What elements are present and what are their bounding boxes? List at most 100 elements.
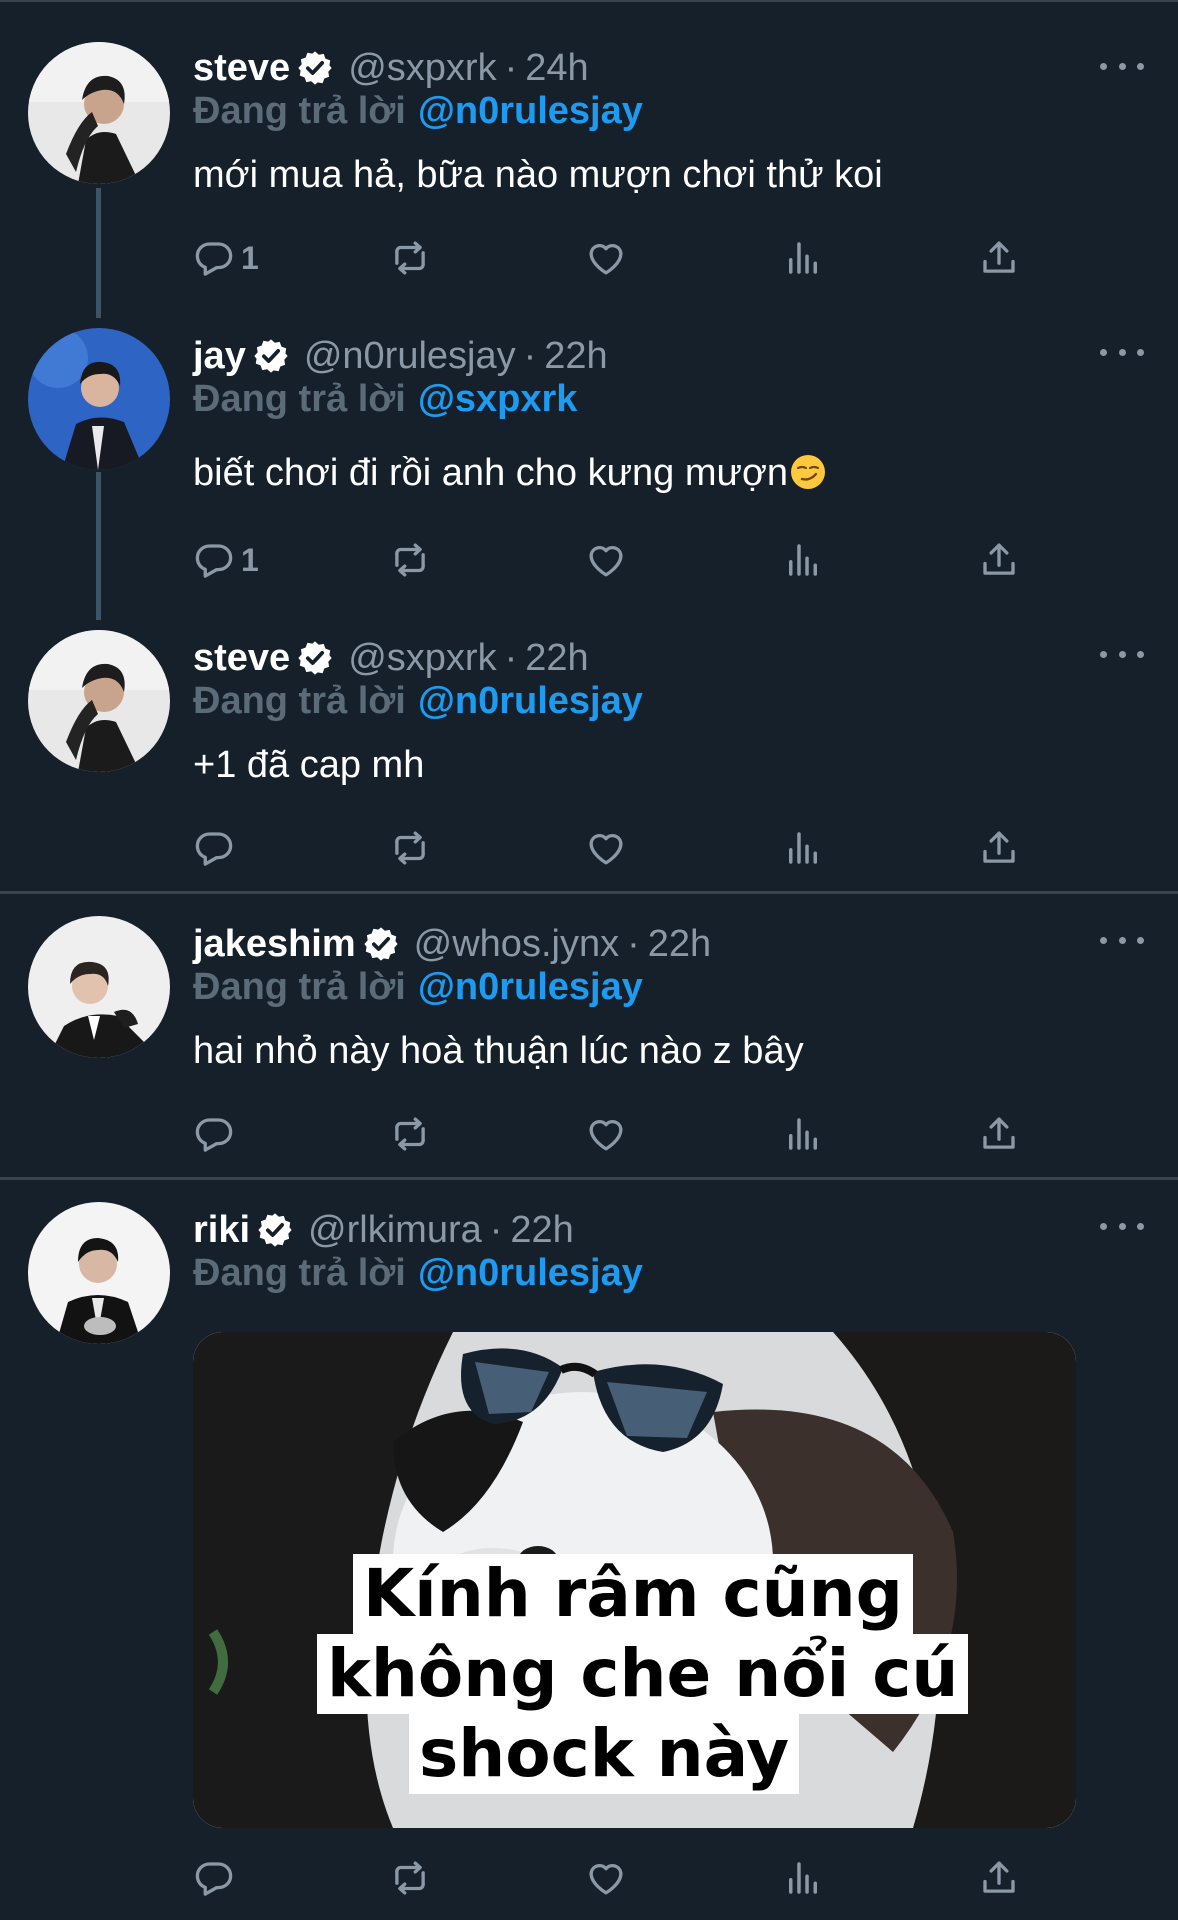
reply-target-link[interactable]: @sxpxrk [418,378,578,420]
reply-icon [193,827,235,869]
reply-target-link[interactable]: @n0rulesjay [418,90,643,132]
timestamp[interactable]: 22h [648,923,711,966]
replying-to: Đang trả lời @n0rulesjay [193,966,643,1009]
reply-icon [193,539,235,581]
user-handle[interactable]: @whos.jynx [414,923,619,966]
like-button[interactable] [585,234,627,282]
views-button[interactable] [782,536,824,584]
views-button[interactable] [782,234,824,282]
retweet-button[interactable] [389,824,431,872]
display-name[interactable]: steve [193,47,290,90]
views-icon [782,539,824,581]
like-button[interactable] [585,536,627,584]
separator-dot: · [504,636,518,679]
tweet-text: biết chơi đi rồi anh cho kưng mượn [193,452,826,495]
like-button[interactable] [585,1854,627,1902]
action-bar [193,1110,1033,1158]
thread-connector [96,472,101,620]
reply-button[interactable] [193,1110,235,1158]
avatar-jay[interactable] [28,328,170,470]
user-handle[interactable]: @rlkimura [308,1209,482,1252]
retweet-button[interactable] [389,536,431,584]
reply-button[interactable] [193,1854,235,1902]
display-name[interactable]: steve [193,637,290,680]
action-bar: 1 [193,536,1033,584]
tweet-header: steve @sxpxrk · 24h [193,44,589,92]
reply-icon [193,237,235,279]
tweet-header: steve @sxpxrk · 22h [193,634,589,682]
avatar-steve[interactable] [28,42,170,184]
avatar-riki[interactable] [28,1202,170,1344]
more-icon[interactable] [1100,930,1144,950]
separator-dot: · [523,334,537,377]
user-handle[interactable]: @sxpxrk [348,637,496,680]
smirking-face-emoji [791,455,825,489]
timestamp[interactable]: 22h [544,335,607,378]
timestamp[interactable]: 22h [510,1209,573,1252]
share-button[interactable] [978,1854,1020,1902]
more-icon[interactable] [1100,342,1144,362]
reply-button[interactable]: 1 [193,234,259,282]
panda-sunglasses-meme-image[interactable]: Kính râm cũng không che nổi cú shock này [193,1332,1076,1828]
share-icon [978,237,1020,279]
reply-button[interactable] [193,824,235,872]
views-icon [782,827,824,869]
reply-prefix: Đang trả lời [193,378,406,420]
views-button[interactable] [782,824,824,872]
display-name[interactable]: jay [193,335,246,378]
display-name[interactable]: riki [193,1209,250,1252]
tweet-header: jakeshim @whos.jynx · 22h [193,920,711,968]
share-button[interactable] [978,536,1020,584]
reply-count: 1 [241,239,259,276]
share-button[interactable] [978,1110,1020,1158]
retweet-icon [389,827,431,869]
more-icon[interactable] [1100,1216,1144,1236]
reply-target-link[interactable]: @n0rulesjay [418,966,643,1008]
like-button[interactable] [585,824,627,872]
share-button[interactable] [978,824,1020,872]
top-divider [0,0,1178,2]
share-button[interactable] [978,234,1020,282]
views-icon [782,1113,824,1155]
retweet-button[interactable] [389,1854,431,1902]
display-name[interactable]: jakeshim [193,923,356,966]
avatar-jakeshim[interactable] [28,916,170,1058]
replying-to: Đang trả lời @n0rulesjay [193,90,643,133]
more-icon[interactable] [1100,56,1144,76]
replying-to: Đang trả lời @sxpxrk [193,378,577,421]
meme-caption-line: không che nổi cú [317,1634,969,1714]
tweet-text-content: biết chơi đi rồi anh cho kưng mượn [193,452,788,494]
retweet-button[interactable] [389,1110,431,1158]
views-icon [782,1857,824,1899]
user-handle[interactable]: @n0rulesjay [304,335,516,378]
like-button[interactable] [585,1110,627,1158]
views-button[interactable] [782,1854,824,1902]
action-bar [193,1854,1033,1902]
action-bar [193,824,1033,872]
reply-target-link[interactable]: @n0rulesjay [418,1252,643,1294]
separator-dot: · [627,922,640,965]
timestamp[interactable]: 24h [525,47,588,90]
retweet-icon [389,1857,431,1899]
share-icon [978,1113,1020,1155]
tweet-text: mới mua hả, bữa nào mượn chơi thử koi [193,154,883,196]
reply-button[interactable]: 1 [193,536,259,584]
more-icon[interactable] [1100,644,1144,664]
share-icon [978,1857,1020,1899]
user-handle[interactable]: @sxpxrk [348,47,496,90]
reply-prefix: Đang trả lời [193,680,406,722]
share-icon [978,539,1020,581]
meme-caption-line: shock này [409,1714,800,1794]
reply-icon [193,1113,235,1155]
replying-to: Đang trả lời @n0rulesjay [193,1252,643,1295]
reply-target-link[interactable]: @n0rulesjay [418,680,643,722]
avatar-steve[interactable] [28,630,170,772]
retweet-button[interactable] [389,234,431,282]
heart-icon [585,827,627,869]
verified-badge-icon [362,925,400,963]
reply-count: 1 [241,541,259,578]
timestamp[interactable]: 22h [525,637,588,680]
separator-dot: · [489,1208,503,1251]
heart-icon [585,1857,627,1899]
views-button[interactable] [782,1110,824,1158]
